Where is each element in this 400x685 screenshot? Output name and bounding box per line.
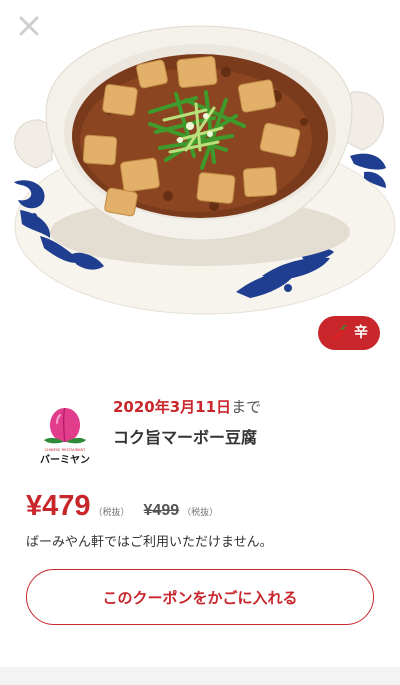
close-icon: [18, 15, 40, 37]
chili-pepper-icon: [332, 325, 347, 339]
expiry-text: 2020年3月11日まで: [113, 396, 373, 418]
product-image: [0, 0, 400, 340]
coupon-detail-screen: 辛 CHINESE RESTAURANT バーミヤン 2020年3月11日まで …: [0, 0, 400, 685]
add-to-cart-button[interactable]: このクーポンをかごに入れる: [26, 569, 374, 625]
spicy-badge: 辛: [318, 316, 380, 350]
expiry-date: 2020年3月11日: [113, 398, 232, 416]
regular-tax-note: （税抜）: [182, 508, 219, 518]
close-button[interactable]: [15, 12, 43, 40]
coupon-info: 2020年3月11日まで コク旨マーボー豆腐: [113, 396, 373, 449]
logo-wordmark: バーミヤン: [40, 454, 90, 466]
spicy-label: 辛: [354, 325, 368, 341]
price-row: ¥479 （税抜） ¥499 （税抜）: [26, 486, 386, 530]
expiry-suffix: まで: [231, 398, 262, 416]
sale-tax-note: （税抜）: [93, 508, 130, 518]
footer-band: [0, 667, 400, 685]
sale-price: ¥479: [26, 490, 91, 522]
product-name: コク旨マーボー豆腐: [113, 428, 258, 447]
usage-notice: ばーみやん軒ではご利用いただけません。: [26, 535, 273, 550]
regular-price: ¥499: [143, 502, 180, 519]
bamiyan-logo: CHINESE RESTAURANT バーミヤン: [34, 404, 96, 466]
logo-subtext: CHINESE RESTAURANT: [45, 448, 86, 452]
